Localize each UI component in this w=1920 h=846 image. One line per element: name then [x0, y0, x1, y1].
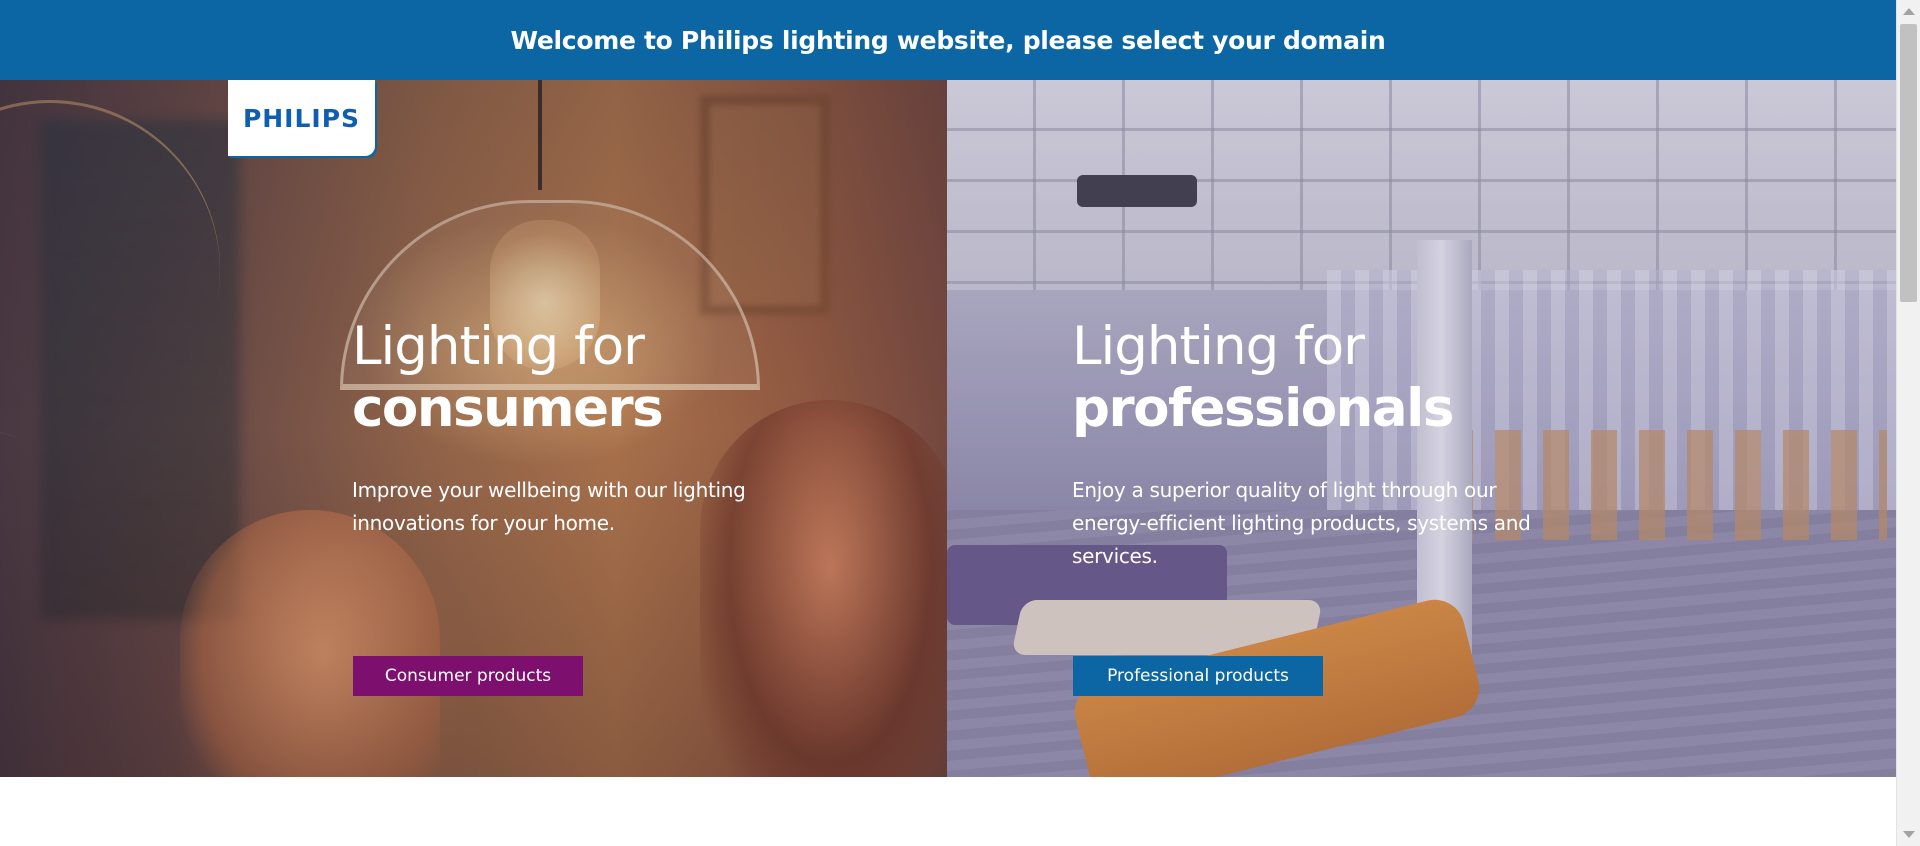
welcome-banner: Welcome to Philips lighting website, ple… — [0, 0, 1896, 80]
consumer-copy: Lighting for consumers Improve your well… — [352, 316, 822, 560]
domain-selector — [0, 80, 1896, 777]
philips-logo[interactable]: PHILIPS — [228, 80, 375, 156]
professional-copy: Lighting for professionals Enjoy a super… — [1072, 316, 1572, 593]
logo-wordmark: PHILIPS — [242, 103, 361, 133]
professional-heading-light: Lighting for — [1072, 316, 1365, 377]
professional-description: Enjoy a superior quality of light throug… — [1072, 478, 1531, 568]
consumer-description: Improve your wellbeing with our lighting… — [352, 478, 746, 535]
consumer-heading-bold: consumers — [352, 378, 664, 439]
scroll-up-arrow-icon[interactable] — [1903, 8, 1915, 15]
professional-heading-bold: professionals — [1072, 378, 1454, 439]
consumer-heading-light: Lighting for — [352, 316, 645, 377]
page: Welcome to Philips lighting website, ple… — [0, 0, 1920, 846]
banner-title: Welcome to Philips lighting website, ple… — [510, 25, 1386, 55]
professional-products-button[interactable]: Professional products — [1073, 656, 1323, 696]
scroll-down-arrow-icon[interactable] — [1903, 831, 1915, 838]
scroll-thumb[interactable] — [1900, 24, 1917, 302]
vertical-scrollbar[interactable] — [1896, 0, 1920, 846]
consumer-products-button[interactable]: Consumer products — [353, 656, 583, 696]
